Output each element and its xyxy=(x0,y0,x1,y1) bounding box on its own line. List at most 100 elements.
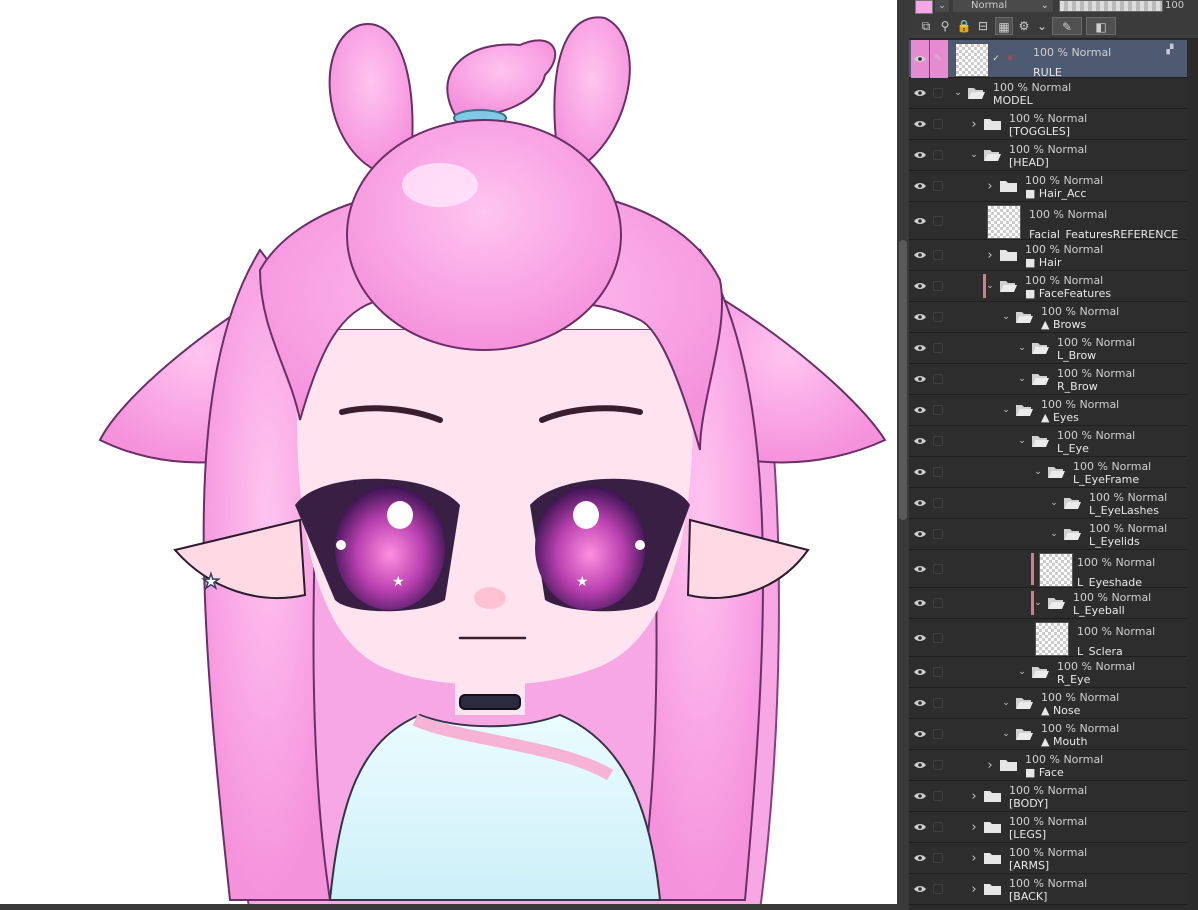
visibility-eye-icon[interactable] xyxy=(912,457,928,487)
layer-row[interactable]: 100 % Normal L_Eyeshade xyxy=(909,550,1187,589)
visibility-eye-icon[interactable] xyxy=(912,550,928,587)
lock-transparency-icon[interactable]: ⊟ xyxy=(974,17,992,35)
lock-checkbox[interactable] xyxy=(933,563,943,574)
layer-row[interactable]: › 100 % Normal [LEGS] xyxy=(909,812,1187,843)
layer-color-mode-icon[interactable]: ◧ xyxy=(1086,17,1116,35)
lock-checkbox[interactable] xyxy=(933,88,943,98)
layer-row[interactable]: ⌄ 100 % Normal L_EyeFrame xyxy=(909,457,1187,488)
visibility-eye-icon[interactable] xyxy=(912,688,928,718)
layer-row[interactable]: ⌄ 100 % Normal L_Eyeball xyxy=(909,588,1187,619)
chevron-down-icon[interactable]: ⌄ xyxy=(1049,488,1059,518)
chevron-right-icon[interactable]: › xyxy=(969,843,979,873)
lock-checkbox[interactable] xyxy=(933,343,943,353)
clip-layer-icon[interactable]: ⧉ xyxy=(917,17,935,35)
visibility-eye-icon[interactable] xyxy=(912,874,928,904)
layer-row[interactable]: ⌄ 100 % Normal [HEAD] xyxy=(909,140,1187,171)
chevron-down-icon[interactable]: ⌄ xyxy=(1001,719,1011,749)
visibility-eye-icon[interactable] xyxy=(912,588,928,618)
visibility-eye-icon[interactable] xyxy=(912,488,928,518)
lock-checkbox[interactable] xyxy=(933,374,943,384)
layer-row[interactable]: › 100 % Normal [BODY] xyxy=(909,781,1187,812)
layer-row[interactable]: ⌄ 100 % Normal ▲ Brows xyxy=(909,302,1187,333)
mask-icon[interactable]: ▦ xyxy=(995,17,1013,35)
visibility-eye-icon[interactable] xyxy=(912,812,928,842)
visibility-eye-icon[interactable] xyxy=(912,426,928,456)
lock-checkbox[interactable] xyxy=(933,791,943,801)
layer-row[interactable]: ⌄ 100 % Normal ■ FaceFeatures xyxy=(909,271,1187,302)
lock-checkbox[interactable] xyxy=(933,436,943,446)
visibility-eye-icon[interactable] xyxy=(912,395,928,425)
settings-icon[interactable]: ⚙ xyxy=(1015,17,1033,35)
visibility-eye-icon[interactable] xyxy=(912,333,928,363)
layer-row[interactable]: › 100 % Normal ■ Face xyxy=(909,750,1187,781)
lock-layer-icon[interactable]: 🔒 xyxy=(955,17,973,35)
lock-checkbox[interactable] xyxy=(933,119,943,129)
layer-color-swatch[interactable] xyxy=(915,0,933,14)
lock-checkbox[interactable] xyxy=(933,598,943,608)
chevron-down-icon[interactable]: ⌄ xyxy=(953,78,963,108)
layer-row[interactable]: ⌄ 100 % Normal ▲ Mouth xyxy=(909,719,1187,750)
chevron-right-icon[interactable]: › xyxy=(969,109,979,139)
chevron-down-icon[interactable]: ⌄ xyxy=(1017,657,1027,687)
chevron-down-icon[interactable]: ⌄ xyxy=(1033,17,1051,35)
layer-row[interactable]: ⌄ 100 % Normal MODEL xyxy=(909,78,1187,109)
visibility-eye-icon[interactable] xyxy=(912,240,928,270)
layer-panel-scrollbar[interactable] xyxy=(1189,40,1198,910)
canvas-vertical-scrollbar[interactable] xyxy=(897,0,909,910)
lock-checkbox[interactable] xyxy=(933,884,943,894)
layer-row[interactable]: › 100 % Normal [ARMS] xyxy=(909,843,1187,874)
chevron-down-icon[interactable]: ⌄ xyxy=(1017,426,1027,456)
chevron-right-icon[interactable]: › xyxy=(969,781,979,811)
layer-row[interactable]: ⌄ 100 % Normal L_EyeLashes xyxy=(909,488,1187,519)
color-dropdown-icon[interactable]: ⌄ xyxy=(935,0,949,12)
palette-color-icon[interactable]: ✎ xyxy=(1052,17,1082,35)
visibility-eye-icon[interactable] xyxy=(912,750,928,780)
chevron-down-icon[interactable]: ⌄ xyxy=(985,271,995,301)
chevron-right-icon[interactable]: › xyxy=(969,874,979,904)
visibility-eye-icon[interactable] xyxy=(912,40,928,77)
visibility-eye-icon[interactable] xyxy=(912,302,928,332)
lock-checkbox[interactable] xyxy=(933,760,943,770)
visibility-eye-icon[interactable] xyxy=(912,202,928,239)
opacity-slider[interactable] xyxy=(1059,0,1163,12)
lock-checkbox[interactable] xyxy=(933,467,943,477)
layer-row[interactable]: 100 % Normal L_Sclera xyxy=(909,619,1187,658)
chevron-down-icon[interactable]: ⌄ xyxy=(1033,457,1043,487)
chevron-down-icon[interactable]: ⌄ xyxy=(1017,333,1027,363)
layer-row[interactable]: › 100 % Normal [TOGGLES] xyxy=(909,109,1187,140)
layer-row[interactable]: › 100 % Normal ■ Hair xyxy=(909,240,1187,271)
lock-checkbox[interactable] xyxy=(933,498,943,508)
layer-row[interactable]: ⌄ 100 % Normal ▲ Eyes xyxy=(909,395,1187,426)
lock-checkbox[interactable] xyxy=(933,853,943,863)
lock-checkbox[interactable] xyxy=(933,632,943,643)
chevron-down-icon[interactable]: ⌄ xyxy=(1001,395,1011,425)
visibility-eye-icon[interactable] xyxy=(912,519,928,549)
chevron-right-icon[interactable]: › xyxy=(985,750,995,780)
opacity-value[interactable]: 100 xyxy=(1165,0,1198,12)
check-icon[interactable]: ✓ xyxy=(991,40,1001,77)
lock-checkbox[interactable] xyxy=(933,529,943,539)
visibility-eye-icon[interactable] xyxy=(912,657,928,687)
chevron-right-icon[interactable]: › xyxy=(985,171,995,201)
chevron-down-icon[interactable]: ⌄ xyxy=(1001,302,1011,332)
lock-checkbox[interactable] xyxy=(933,822,943,832)
layer-row[interactable]: ✎ ✓ ✕ ▞ 100 % Normal RULE xyxy=(909,40,1187,79)
layer-row[interactable]: 100 % Normal Facial_FeaturesREFERENCE xyxy=(909,202,1187,241)
lock-checkbox[interactable] xyxy=(933,667,943,677)
blend-mode-select[interactable]: Normal ⌄ xyxy=(953,0,1053,12)
lock-checkbox[interactable] xyxy=(933,729,943,739)
lock-checkbox[interactable] xyxy=(933,312,943,322)
visibility-eye-icon[interactable] xyxy=(912,109,928,139)
chevron-right-icon[interactable]: › xyxy=(969,812,979,842)
edit-target-icon[interactable]: ✎ xyxy=(933,40,943,77)
visibility-eye-icon[interactable] xyxy=(912,364,928,394)
layer-row[interactable]: ⌄ 100 % Normal L_Brow xyxy=(909,333,1187,364)
layer-row[interactable]: › 100 % Normal [BACK] xyxy=(909,874,1187,905)
lock-checkbox[interactable] xyxy=(933,181,943,191)
chevron-down-icon[interactable]: ⌄ xyxy=(969,140,979,170)
lock-checkbox[interactable] xyxy=(933,405,943,415)
visibility-eye-icon[interactable] xyxy=(912,271,928,301)
lock-checkbox[interactable] xyxy=(933,250,943,260)
visibility-eye-icon[interactable] xyxy=(912,719,928,749)
mask-disabled-icon[interactable]: ✕ xyxy=(1005,40,1015,77)
